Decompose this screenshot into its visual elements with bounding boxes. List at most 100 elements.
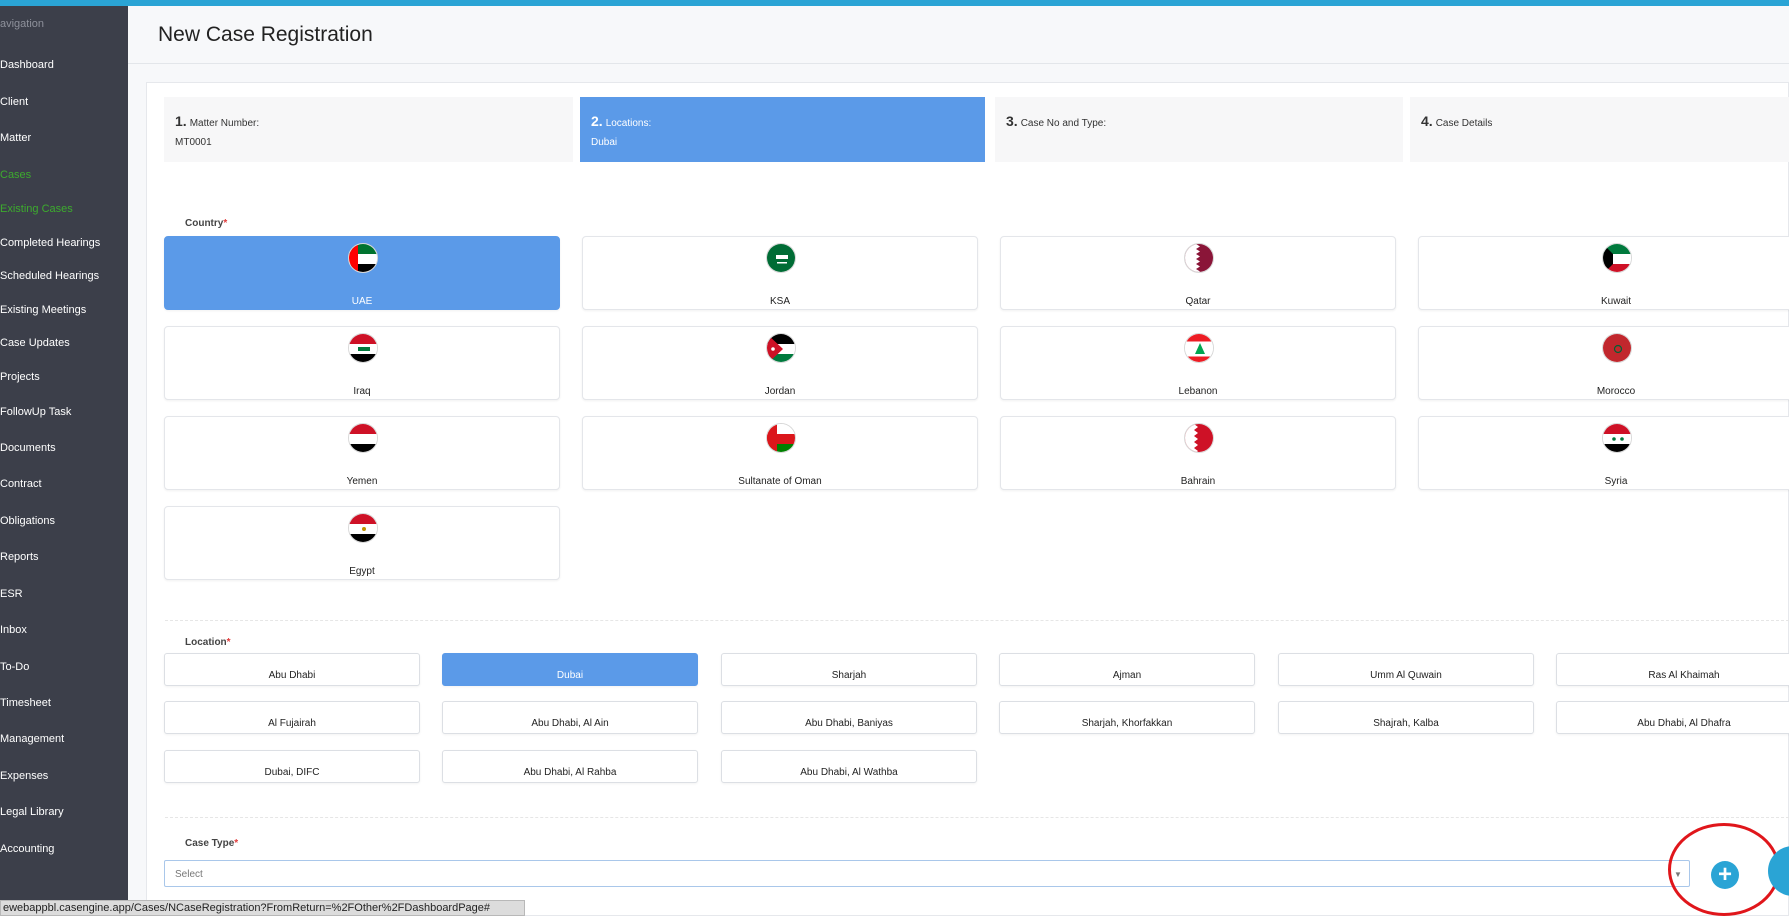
country-card-egypt[interactable]: Egypt — [164, 506, 560, 580]
location-option-umm-al-quwain[interactable]: Umm Al Quwain — [1278, 653, 1534, 686]
step-label: Case Details — [1435, 118, 1493, 129]
country-name: Qatar — [1185, 296, 1211, 307]
country-card-iraq[interactable]: Iraq — [164, 326, 560, 400]
step-number: 2. — [591, 113, 603, 129]
page-title: New Case Registration — [158, 23, 373, 46]
sidebar-item-management[interactable]: Management — [0, 733, 64, 745]
step-number: 4. — [1421, 113, 1433, 129]
country-card-morocco[interactable]: Morocco — [1418, 326, 1789, 400]
syria-flag-icon — [1602, 423, 1632, 453]
case-type-label: Case Type* — [185, 838, 239, 849]
step-label: Locations: — [605, 118, 652, 129]
sidebar-item-expenses[interactable]: Expenses — [0, 770, 48, 782]
sidebar-item-projects[interactable]: Projects — [0, 371, 40, 383]
location-option-shajrah-kalba[interactable]: Shajrah, Kalba — [1278, 701, 1534, 734]
qatar-flag-icon — [1184, 243, 1214, 273]
country-card-kuwait[interactable]: Kuwait — [1418, 236, 1789, 310]
uae-flag-icon — [348, 243, 378, 273]
location-option-ras-al-khaimah[interactable]: Ras Al Khaimah — [1556, 653, 1789, 686]
sidebar-item-followup-task[interactable]: FollowUp Task — [0, 406, 71, 418]
country-card-qatar[interactable]: Qatar — [1000, 236, 1396, 310]
status-url: ewebappbl.casengine.app/Cases/NCaseRegis… — [0, 900, 525, 916]
plus-circle-icon[interactable]: + — [1711, 861, 1739, 889]
location-option-abu-dhabi-al-dhafra[interactable]: Abu Dhabi, Al Dhafra — [1556, 701, 1789, 734]
location-option-sharjah[interactable]: Sharjah — [721, 653, 977, 686]
step-value: MT0001 — [175, 137, 212, 148]
step-2[interactable]: 2. Locations: Dubai — [580, 97, 985, 162]
location-option-abu-dhabi-al-ain[interactable]: Abu Dhabi, Al Ain — [442, 701, 698, 734]
country-card-lebanon[interactable]: Lebanon — [1000, 326, 1396, 400]
bahrain-flag-icon — [1184, 423, 1214, 453]
case-type-select[interactable]: Select — [164, 860, 1690, 887]
jordan-flag-icon — [766, 333, 796, 363]
location-option-abu-dhabi-baniyas[interactable]: Abu Dhabi, Baniyas — [721, 701, 977, 734]
step-3[interactable]: 3. Case No and Type: — [995, 97, 1403, 162]
step-1[interactable]: 1. Matter Number: MT0001 — [164, 97, 573, 162]
country-card-sultanate-of-oman[interactable]: Sultanate of Oman — [582, 416, 978, 490]
country-name: Iraq — [353, 386, 371, 397]
country-card-yemen[interactable]: Yemen — [164, 416, 560, 490]
country-name: Yemen — [346, 476, 378, 487]
step-number: 3. — [1006, 113, 1018, 129]
location-option-abu-dhabi-al-wathba[interactable]: Abu Dhabi, Al Wathba — [721, 750, 977, 783]
sidebar-item-cases[interactable]: Cases — [0, 169, 31, 181]
sidebar-item-case-updates[interactable]: Case Updates — [0, 337, 70, 349]
location-label: Location* — [185, 637, 231, 648]
location-option-ajman[interactable]: Ajman — [999, 653, 1255, 686]
header-divider — [128, 63, 1789, 64]
step-number: 1. — [175, 113, 187, 129]
country-name: Syria — [1604, 476, 1628, 487]
country-name: Bahrain — [1180, 476, 1216, 487]
oman-flag-icon — [766, 423, 796, 453]
step-4[interactable]: 4. Case Details — [1410, 97, 1789, 162]
sidebar-item-contract[interactable]: Contract — [0, 478, 42, 490]
country-card-jordan[interactable]: Jordan — [582, 326, 978, 400]
location-option-al-fujairah[interactable]: Al Fujairah — [164, 701, 420, 734]
sidebar-item-reports[interactable]: Reports — [0, 551, 39, 563]
country-name: Sultanate of Oman — [738, 476, 822, 487]
sidebar-item-existing-meetings[interactable]: Existing Meetings — [0, 304, 86, 316]
country-card-ksa[interactable]: KSA — [582, 236, 978, 310]
country-card-uae[interactable]: UAE — [164, 236, 560, 310]
sidebar-item-obligations[interactable]: Obligations — [0, 515, 55, 527]
sidebar-item-scheduled-hearings[interactable]: Scheduled Hearings — [0, 270, 99, 282]
country-name: Kuwait — [1600, 296, 1631, 307]
sidebar-item-to-do[interactable]: To-Do — [0, 661, 29, 673]
iraq-flag-icon — [348, 333, 378, 363]
country-name: Egypt — [349, 566, 375, 577]
sidebar-item-accounting[interactable]: Accounting — [0, 843, 54, 855]
sidebar-item-existing-cases[interactable]: Existing Cases — [0, 203, 73, 215]
country-card-syria[interactable]: Syria — [1418, 416, 1789, 490]
location-option-abu-dhabi[interactable]: Abu Dhabi — [164, 653, 420, 686]
egypt-flag-icon — [348, 513, 378, 543]
kuwait-flag-icon — [1602, 243, 1632, 273]
country-name: KSA — [769, 296, 790, 307]
location-option-sharjah-khorfakkan[interactable]: Sharjah, Khorfakkan — [999, 701, 1255, 734]
yemen-flag-icon — [348, 423, 378, 453]
step-label: Case No and Type: — [1020, 118, 1107, 129]
sidebar-item-legal-library[interactable]: Legal Library — [0, 806, 64, 818]
sidebar-item-esr[interactable]: ESR — [0, 588, 23, 600]
sidebar-item-client[interactable]: Client — [0, 96, 28, 108]
location-option-dubai-difc[interactable]: Dubai, DIFC — [164, 750, 420, 783]
sidebar-item-documents[interactable]: Documents — [0, 442, 56, 454]
sidebar-item-matter[interactable]: Matter — [0, 132, 31, 144]
ksa-flag-icon — [766, 243, 796, 273]
country-label: Country* — [185, 218, 228, 229]
country-name: Lebanon — [1178, 386, 1218, 397]
country-name: Morocco — [1596, 386, 1636, 397]
location-option-dubai[interactable]: Dubai — [442, 653, 698, 686]
location-option-abu-dhabi-al-rahba[interactable]: Abu Dhabi, Al Rahba — [442, 750, 698, 783]
step-value: Dubai — [591, 137, 618, 148]
sidebar-item-timesheet[interactable]: Timesheet — [0, 697, 51, 709]
section-divider — [165, 620, 1789, 621]
sidebar-heading: avigation — [0, 18, 45, 30]
country-name: UAE — [351, 296, 373, 307]
lebanon-flag-icon — [1184, 333, 1214, 363]
sidebar-item-completed-hearings[interactable]: Completed Hearings — [0, 237, 100, 249]
section-divider — [165, 817, 1789, 818]
sidebar-item-inbox[interactable]: Inbox — [0, 624, 27, 636]
sidebar-item-dashboard[interactable]: Dashboard — [0, 59, 54, 71]
country-card-bahrain[interactable]: Bahrain — [1000, 416, 1396, 490]
registration-panel — [146, 82, 1789, 916]
